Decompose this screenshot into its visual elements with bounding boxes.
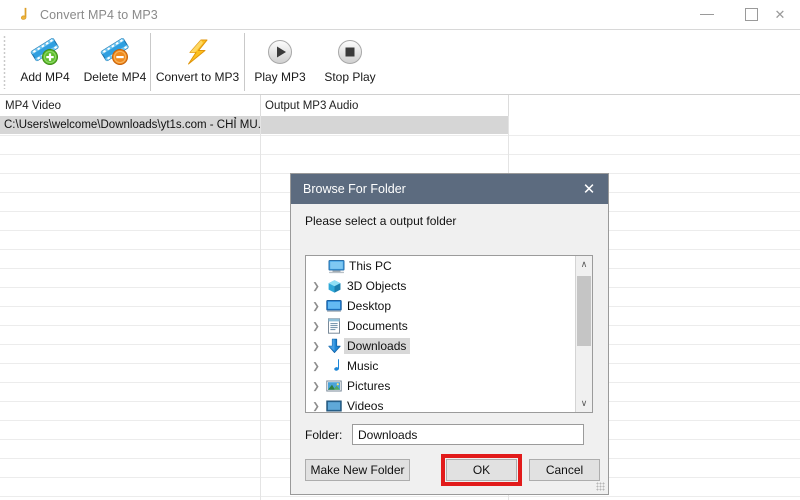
cancel-button[interactable]: Cancel: [529, 459, 600, 481]
tree-item-pictures[interactable]: ❯ Pictures: [306, 376, 577, 396]
dialog-title: Browse For Folder: [303, 182, 406, 196]
maximize-button[interactable]: [729, 0, 774, 29]
application-window: Convert MP4 to MP3 ✕ Add MP4 Delete MP4 …: [0, 0, 800, 500]
browse-for-folder-dialog: Browse For Folder ✕ Please select a outp…: [290, 173, 609, 495]
tree-label: Documents: [347, 319, 408, 333]
tree-label: Downloads: [344, 338, 411, 354]
dialog-prompt: Please select a output folder: [305, 214, 457, 228]
tree-item-desktop[interactable]: ❯ Desktop: [306, 296, 577, 316]
chevron-right-icon[interactable]: ❯: [308, 276, 324, 296]
tree-label: This PC: [349, 259, 392, 273]
chevron-right-icon[interactable]: ❯: [308, 396, 324, 412]
tree-label: Music: [347, 359, 379, 373]
tree-item-documents[interactable]: ❯ Documents: [306, 316, 577, 336]
convert-to-mp3-label: Convert to MP3: [155, 70, 240, 84]
add-mp4-button[interactable]: Add MP4: [10, 30, 80, 92]
dialog-resize-grip[interactable]: [596, 482, 605, 491]
close-icon: ✕: [774, 8, 786, 21]
stop-play-button[interactable]: Stop Play: [315, 30, 385, 92]
film-delete-icon: [99, 35, 131, 69]
window-controls: ✕: [684, 0, 800, 29]
tree-arrow[interactable]: [310, 256, 326, 276]
folder-input[interactable]: Downloads: [352, 424, 584, 445]
tree-label: Desktop: [347, 299, 392, 313]
tree-scrollbar[interactable]: ∧ ∨: [575, 256, 592, 412]
scroll-down-button[interactable]: ∨: [576, 395, 592, 412]
minimize-button[interactable]: [684, 0, 729, 29]
close-button[interactable]: ✕: [774, 0, 800, 29]
tree-item-this-pc[interactable]: This PC: [306, 256, 577, 276]
play-icon: [266, 35, 294, 69]
add-mp4-label: Add MP4: [20, 70, 70, 84]
folder-field-row: Folder: Downloads: [305, 424, 584, 445]
tree-item-videos[interactable]: ❯ Videos: [306, 396, 577, 412]
music-note-icon: [8, 1, 34, 29]
scrollbar-thumb[interactable]: [577, 276, 591, 346]
stop-play-label: Stop Play: [324, 70, 376, 84]
tree-label: Pictures: [347, 379, 391, 393]
chevron-right-icon[interactable]: ❯: [308, 376, 324, 396]
tree-item-3d-objects[interactable]: ❯ 3D Objects: [306, 276, 577, 296]
window-title: Convert MP4 to MP3: [40, 7, 158, 22]
cell-mp3-output: [260, 116, 508, 134]
dialog-close-icon[interactable]: ✕: [570, 174, 608, 204]
dialog-buttons: Make New Folder OK Cancel: [305, 454, 600, 486]
ok-button[interactable]: OK: [446, 459, 517, 481]
table-row[interactable]: C:\Users\welcome\Downloads\yt1s.com - CH…: [0, 116, 800, 136]
3d-objects-icon: [324, 276, 344, 296]
tree-item-music[interactable]: ❯ Music: [306, 356, 577, 376]
tree-label: Videos: [347, 399, 384, 412]
folder-tree[interactable]: This PC ❯ 3D Objects ❯ Desktop ❯ Documen…: [305, 255, 593, 413]
scroll-up-button[interactable]: ∧: [576, 256, 592, 273]
folder-label: Folder:: [305, 427, 343, 442]
column-header-mp4-video[interactable]: MP4 Video: [0, 95, 260, 116]
toolbar: Add MP4 Delete MP4 Convert to MP3 Play M…: [0, 29, 800, 95]
dialog-title-bar: Browse For Folder ✕: [291, 174, 608, 204]
music-icon: [324, 356, 344, 376]
delete-mp4-button[interactable]: Delete MP4: [80, 30, 150, 92]
this-pc-icon: [326, 256, 346, 276]
tree-label: 3D Objects: [347, 279, 407, 293]
grid-header: MP4 Video Output MP3 Audio: [0, 95, 800, 117]
table-row[interactable]: [0, 154, 800, 174]
chevron-right-icon[interactable]: ❯: [308, 296, 324, 316]
delete-mp4-label: Delete MP4: [83, 70, 147, 84]
chevron-right-icon[interactable]: ❯: [308, 316, 324, 336]
column-header-output-mp3-audio[interactable]: Output MP3 Audio: [260, 95, 508, 116]
table-row[interactable]: [0, 135, 800, 155]
play-mp3-label: Play MP3: [254, 70, 306, 84]
column-divider-1: [260, 116, 261, 500]
tree-item-downloads[interactable]: ❯ Downloads: [306, 336, 577, 356]
desktop-icon: [324, 296, 344, 316]
lightning-bolt-icon: [183, 35, 213, 69]
film-add-icon: [29, 35, 61, 69]
cell-mp4-path: C:\Users\welcome\Downloads\yt1s.com - CH…: [0, 116, 260, 134]
documents-icon: [324, 316, 344, 336]
title-bar: Convert MP4 to MP3 ✕: [0, 0, 800, 30]
toolbar-grip[interactable]: [3, 35, 6, 89]
pictures-icon: [324, 376, 344, 396]
make-new-folder-button[interactable]: Make New Folder: [305, 459, 410, 481]
chevron-right-icon[interactable]: ❯: [308, 356, 324, 376]
chevron-right-icon[interactable]: ❯: [308, 336, 324, 356]
convert-to-mp3-button[interactable]: Convert to MP3: [151, 30, 244, 92]
videos-icon: [324, 396, 344, 412]
downloads-icon: [324, 336, 344, 356]
play-mp3-button[interactable]: Play MP3: [245, 30, 315, 92]
stop-icon: [336, 35, 364, 69]
